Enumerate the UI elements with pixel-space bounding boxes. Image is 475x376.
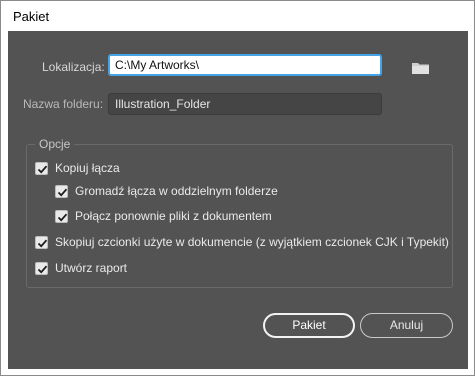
folder-icon[interactable] xyxy=(412,61,430,74)
checkmark-icon xyxy=(57,188,68,197)
checkbox-copy-links[interactable] xyxy=(35,162,48,175)
option-label: Skopiuj czcionki użyte w dokumencie (z w… xyxy=(55,235,449,249)
options-group-title: Opcje xyxy=(35,137,75,151)
option-label: Połącz ponownie pliki z dokumentem xyxy=(75,209,272,223)
option-label: Gromadź łącza w oddzielnym folderze xyxy=(75,184,278,198)
checkbox-relink-files[interactable] xyxy=(55,210,68,223)
option-label: Utwórz raport xyxy=(55,261,128,275)
checkmark-icon xyxy=(57,213,68,222)
checkbox-create-report[interactable] xyxy=(35,262,48,275)
location-field[interactable] xyxy=(108,54,382,76)
cancel-button[interactable]: Anuluj xyxy=(360,313,453,338)
location-label: Lokalizacja: xyxy=(42,60,105,74)
title-bar[interactable]: Pakiet xyxy=(1,1,474,31)
dialog-body: Lokalizacja: Nazwa folderu: Opcje Kopiuj… xyxy=(8,31,468,369)
package-button[interactable]: Pakiet xyxy=(263,313,355,338)
folder-name-label: Nazwa folderu: xyxy=(23,97,104,111)
checkmark-icon xyxy=(37,165,48,174)
checkbox-collect-links-folder[interactable] xyxy=(55,185,68,198)
checkmark-icon xyxy=(37,239,48,248)
option-label: Kopiuj łącza xyxy=(55,161,120,175)
package-dialog-window: Pakiet Lokalizacja: Nazwa folderu: Opcje… xyxy=(0,0,475,376)
checkbox-copy-fonts[interactable] xyxy=(35,236,48,249)
window-title: Pakiet xyxy=(13,9,50,24)
checkmark-icon xyxy=(37,265,48,274)
folder-name-field[interactable] xyxy=(108,93,382,115)
